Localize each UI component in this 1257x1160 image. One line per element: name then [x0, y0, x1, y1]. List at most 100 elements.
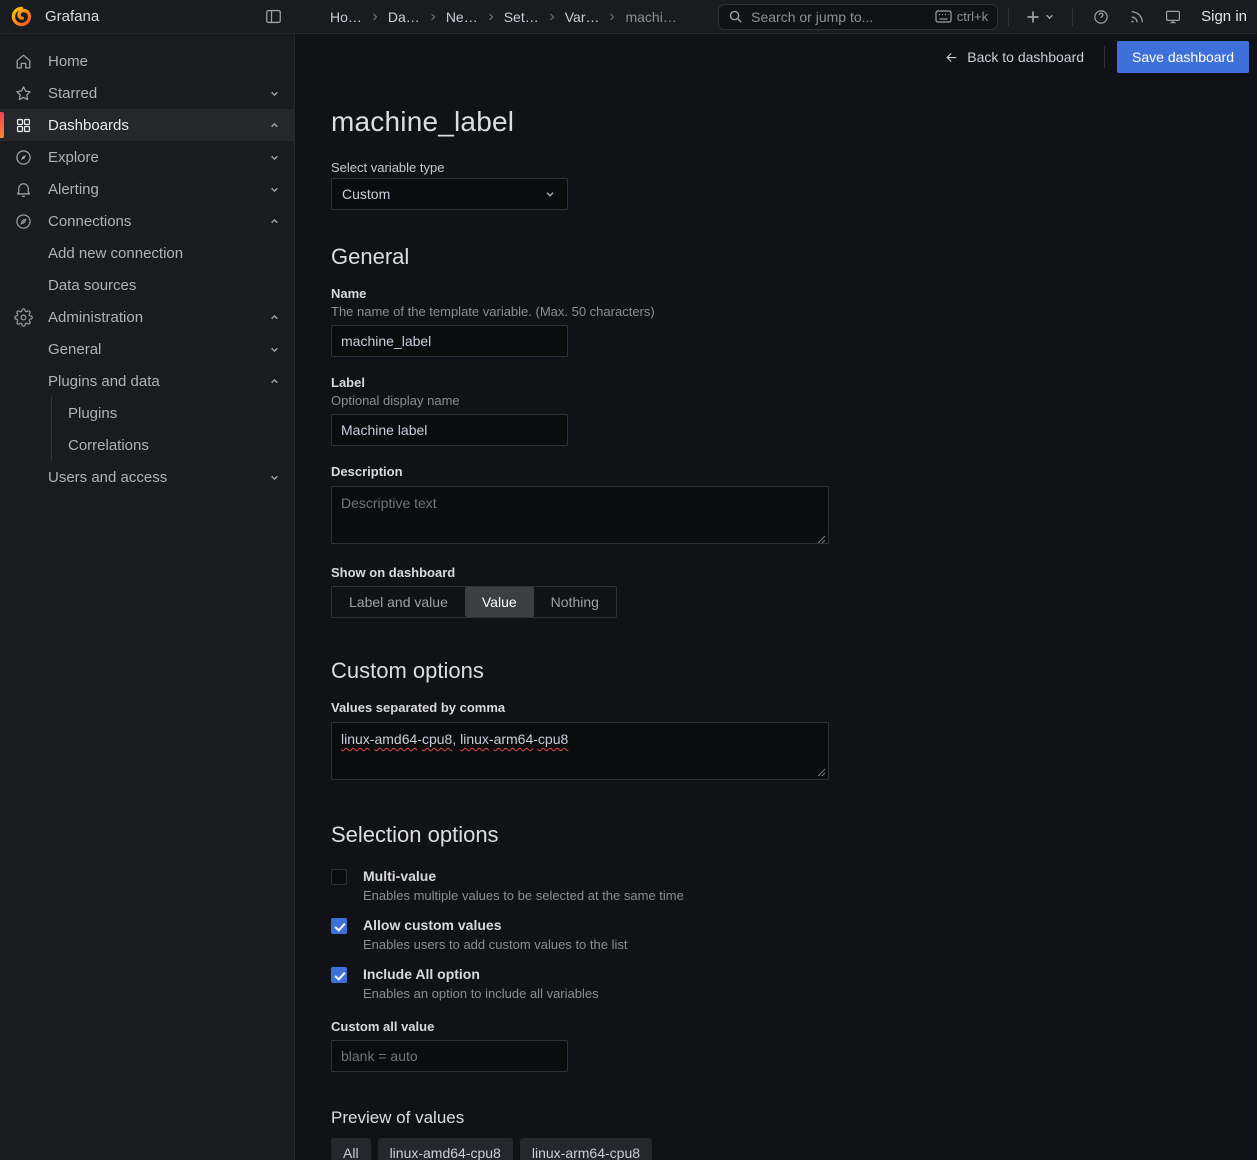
sidebar-item-label: General [48, 341, 101, 358]
resize-handle-icon[interactable] [817, 535, 826, 544]
include-all-option-label[interactable]: Include All option [363, 966, 599, 982]
search-placeholder: Search or jump to... [751, 9, 873, 25]
compass-icon [13, 148, 33, 167]
chevron-down-icon [268, 183, 281, 196]
star-icon [13, 84, 33, 103]
sidebar-item-correlations[interactable]: Correlations [0, 429, 294, 461]
help-icon[interactable] [1083, 8, 1119, 26]
sidebar-item-home[interactable]: Home [0, 45, 294, 77]
preview-chip-all[interactable]: All [331, 1138, 371, 1160]
variable-editor: machine_label Select variable type Custo… [296, 80, 1257, 1160]
values-label: Values separated by comma [331, 700, 1257, 715]
include-all-option-help: Enables an option to include all variabl… [363, 986, 599, 1001]
radio-option-value[interactable]: Value [465, 587, 534, 617]
custom-options-heading: Custom options [331, 658, 1257, 684]
sidebar-item-starred[interactable]: Starred [0, 77, 294, 109]
sidebar-item-plugins[interactable]: Plugins [0, 397, 294, 429]
dashboards-grid-icon [13, 116, 33, 135]
sign-in-button[interactable]: Sign in [1201, 8, 1247, 25]
sidebar-item-label: Data sources [48, 277, 136, 294]
search-shortcut: ctrl+k [935, 9, 988, 24]
multi-value-label[interactable]: Multi-value [363, 868, 684, 884]
label-label: Label [331, 375, 1257, 390]
back-to-dashboard-button[interactable]: Back to dashboard [936, 49, 1092, 65]
preview-values: All linux-amd64-cpu8 linux-arm64-cpu8 [331, 1138, 1257, 1160]
sidebar-item-label: Correlations [68, 437, 149, 454]
sidebar-item-dashboards[interactable]: Dashboards [0, 109, 294, 141]
name-input[interactable] [331, 325, 568, 357]
news-rss-icon[interactable] [1119, 8, 1155, 26]
breadcrumb-dashboard-name[interactable]: Ne… [446, 9, 478, 25]
sidebar-item-data-sources[interactable]: Data sources [0, 269, 294, 301]
custom-all-value-label: Custom all value [331, 1019, 1257, 1034]
chevron-down-icon [268, 87, 281, 100]
resize-handle-icon[interactable] [817, 768, 826, 777]
top-bar: Grafana Ho… Da… Ne… Set… Var… machi… [0, 0, 1257, 34]
search-input[interactable]: Search or jump to... ctrl+k [718, 4, 998, 30]
grafana-logo-icon[interactable] [10, 5, 33, 28]
chevron-right-icon [485, 11, 497, 23]
sidebar-item-alerting[interactable]: Alerting [0, 173, 294, 205]
multi-value-checkbox[interactable] [331, 869, 347, 885]
brand-name: Grafana [45, 8, 99, 25]
radio-option-label-and-value[interactable]: Label and value [332, 587, 465, 617]
sidebar-item-label: Connections [48, 213, 131, 230]
sidebar-item-explore[interactable]: Explore [0, 141, 294, 173]
sidebar-item-plugins-and-data[interactable]: Plugins and data [0, 365, 294, 397]
sidebar-item-label: Users and access [48, 469, 167, 486]
search-icon [728, 9, 743, 24]
name-field: Name The name of the template variable. … [331, 286, 1257, 357]
main-area: Back to dashboard Save dashboard machine… [296, 34, 1257, 1160]
save-dashboard-button[interactable]: Save dashboard [1117, 41, 1249, 73]
label-input[interactable] [331, 414, 568, 446]
label-field: Label Optional display name [331, 375, 1257, 446]
values-textarea[interactable]: linux-amd64-cpu8, linux-arm64-cpu8 [331, 722, 829, 780]
include-all-option-row: Include All option Enables an option to … [331, 966, 1257, 1001]
arrow-left-icon [944, 50, 959, 65]
sidebar-item-add-new-connection[interactable]: Add new connection [0, 237, 294, 269]
toolbar-divider [1008, 8, 1009, 26]
description-textarea[interactable] [331, 486, 829, 544]
chevron-down-icon [543, 187, 557, 201]
name-help-text: The name of the template variable. (Max.… [331, 304, 1257, 319]
sidebar-item-users-and-access[interactable]: Users and access [0, 461, 294, 493]
toolbar-divider [1072, 8, 1073, 26]
sidebar-item-label: Administration [48, 309, 143, 326]
allow-custom-values-row: Allow custom values Enables users to add… [331, 917, 1257, 952]
show-on-dashboard-label: Show on dashboard [331, 565, 1257, 580]
plug-icon [13, 212, 33, 231]
top-bar-actions: Sign in [1019, 8, 1247, 26]
chevron-down-icon [268, 471, 281, 484]
monitor-icon[interactable] [1155, 8, 1191, 26]
breadcrumb-variables[interactable]: Var… [565, 9, 600, 25]
breadcrumb-current: machi… [625, 9, 676, 25]
chevron-right-icon [606, 11, 618, 23]
preview-chip[interactable]: linux-arm64-cpu8 [520, 1138, 652, 1160]
custom-all-value-input[interactable] [331, 1040, 568, 1072]
new-menu-button[interactable] [1019, 9, 1062, 25]
sidebar-item-administration[interactable]: Administration [0, 301, 294, 333]
sidebar-item-label: Plugins [68, 405, 117, 422]
page-toolbar: Back to dashboard Save dashboard [296, 34, 1257, 80]
show-on-dashboard-field: Show on dashboard Label and value Value … [331, 565, 1257, 618]
collapse-sidebar-icon[interactable] [264, 7, 283, 26]
show-on-dashboard-radio-group: Label and value Value Nothing [331, 586, 617, 618]
chevron-down-icon [1043, 10, 1056, 23]
back-to-dashboard-label: Back to dashboard [967, 49, 1084, 65]
sidebar-item-label: Add new connection [48, 245, 183, 262]
custom-all-value-field: Custom all value [331, 1019, 1257, 1072]
breadcrumb-home[interactable]: Ho… [330, 9, 362, 25]
multi-value-row: Multi-value Enables multiple values to b… [331, 868, 1257, 903]
sidebar-item-general[interactable]: General [0, 333, 294, 365]
allow-custom-values-label[interactable]: Allow custom values [363, 917, 627, 933]
breadcrumb-dashboards[interactable]: Da… [388, 9, 420, 25]
allow-custom-values-checkbox[interactable] [331, 918, 347, 934]
chevron-up-icon [268, 375, 281, 388]
radio-option-nothing[interactable]: Nothing [534, 587, 616, 617]
sidebar-item-connections[interactable]: Connections [0, 205, 294, 237]
preview-chip[interactable]: linux-amd64-cpu8 [378, 1138, 513, 1160]
variable-type-select[interactable]: Custom [331, 178, 568, 210]
keyboard-icon [935, 10, 952, 23]
breadcrumb-settings[interactable]: Set… [504, 9, 539, 25]
include-all-option-checkbox[interactable] [331, 967, 347, 983]
